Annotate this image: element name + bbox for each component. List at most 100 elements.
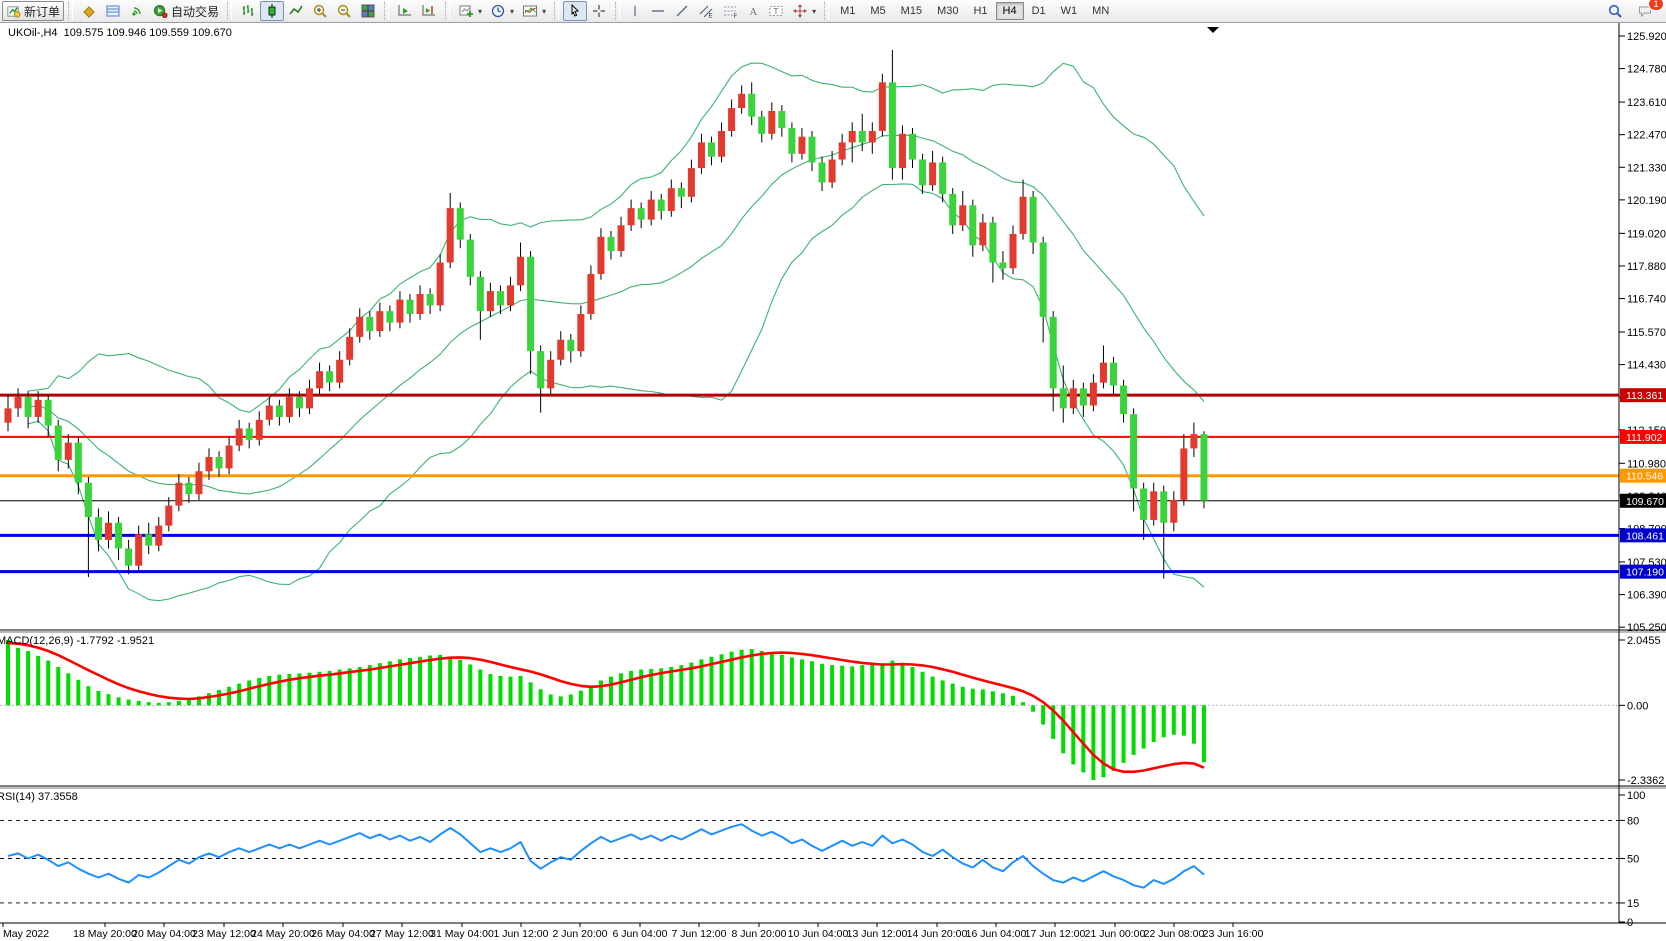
- timeframe-button-M30[interactable]: M30: [930, 2, 965, 20]
- svg-text:109.670: 109.670: [1626, 496, 1664, 508]
- svg-text:15: 15: [1627, 898, 1639, 910]
- text-label-icon: T: [768, 3, 784, 19]
- svg-text:110.546: 110.546: [1626, 471, 1663, 483]
- svg-text:110.980: 110.980: [1627, 458, 1666, 470]
- chart-shift-marker[interactable]: [1207, 27, 1219, 33]
- signal-button[interactable]: [125, 1, 149, 21]
- timeframe-button-MN[interactable]: MN: [1085, 2, 1116, 20]
- svg-text:16 Jun 04:00: 16 Jun 04:00: [966, 928, 1027, 940]
- chevron-down-icon: ▾: [478, 7, 482, 16]
- toolbar-separator: [824, 2, 829, 20]
- svg-text:106.390: 106.390: [1627, 590, 1666, 602]
- horizontal-line-icon: [650, 3, 666, 19]
- notifications-button[interactable]: 1: [1633, 1, 1658, 21]
- timeframe-button-M15[interactable]: M15: [894, 2, 929, 20]
- vertical-line-tool-button[interactable]: [624, 1, 646, 21]
- svg-text:14 Jun 20:00: 14 Jun 20:00: [907, 928, 968, 940]
- timeframe-button-H1[interactable]: H1: [966, 2, 994, 20]
- level-lines: [0, 395, 1619, 571]
- timeframe-button-W1[interactable]: W1: [1054, 2, 1085, 20]
- svg-text:124.780: 124.780: [1627, 64, 1666, 76]
- svg-text:7 Jun 12:00: 7 Jun 12:00: [672, 928, 727, 940]
- tile-windows-button[interactable]: [356, 1, 380, 21]
- horizontal-line-tool-button[interactable]: [646, 1, 670, 21]
- text-tool-button[interactable]: A: [742, 1, 764, 21]
- arrows-tool-button[interactable]: ▾: [788, 1, 820, 21]
- chart-shift-button[interactable]: [417, 1, 441, 21]
- new-order-button[interactable]: 新订单: [2, 1, 64, 21]
- search-icon: [1607, 3, 1623, 19]
- svg-text:31 May 04:00: 31 May 04:00: [430, 928, 494, 940]
- svg-text:21 Jun 00:00: 21 Jun 00:00: [1085, 928, 1146, 940]
- timeframe-button-M1[interactable]: M1: [833, 2, 862, 20]
- line-chart-mode-button[interactable]: [284, 1, 308, 21]
- crosshair-icon: [591, 3, 607, 19]
- svg-text:50: 50: [1627, 854, 1639, 866]
- autotrade-icon: [153, 4, 168, 19]
- svg-text:13 Jun 12:00: 13 Jun 12:00: [847, 928, 908, 940]
- notification-badge: 1: [1648, 0, 1664, 11]
- level-price-labels: 113.361111.902110.546109.670108.461107.1…: [1620, 388, 1666, 578]
- new-chart-button[interactable]: ▾: [454, 1, 486, 21]
- svg-text:121.330: 121.330: [1627, 162, 1666, 174]
- toolbar: 新订单 自动交易: [0, 0, 1666, 23]
- candlestick-mode-button[interactable]: [260, 1, 284, 21]
- crosshair-tool-button[interactable]: [587, 1, 611, 21]
- zoom-out-button[interactable]: [332, 1, 356, 21]
- svg-text:8 Jun 20:00: 8 Jun 20:00: [732, 928, 787, 940]
- data-window-button[interactable]: [101, 1, 125, 21]
- new-order-icon: [6, 4, 21, 19]
- svg-text:100: 100: [1627, 790, 1645, 802]
- svg-text:E: E: [709, 14, 713, 20]
- data-window-icon: [105, 3, 121, 19]
- arrows-icon: [792, 3, 808, 19]
- svg-text:23 Jun 16:00: 23 Jun 16:00: [1203, 928, 1264, 940]
- macd-histogram: [6, 640, 1206, 780]
- svg-text:115.570: 115.570: [1627, 327, 1666, 339]
- time-axis[interactable]: May 202218 May 20:0020 May 04:0023 May 1…: [3, 923, 1264, 940]
- bar-chart-mode-button[interactable]: [236, 1, 260, 21]
- auto-scroll-button[interactable]: [393, 1, 417, 21]
- chart-canvas[interactable]: 125.920124.780123.610122.470121.330120.1…: [0, 0, 1666, 941]
- svg-text:23 May 12:00: 23 May 12:00: [192, 928, 256, 940]
- zoom-in-icon: [312, 3, 328, 19]
- autotrade-button[interactable]: 自动交易: [149, 1, 223, 21]
- chevron-down-icon: ▾: [542, 7, 546, 16]
- svg-text:114.430: 114.430: [1627, 360, 1666, 372]
- cursor-tool-button[interactable]: [563, 1, 587, 21]
- timeframe-button-D1[interactable]: D1: [1025, 2, 1053, 20]
- svg-text:T: T: [774, 7, 779, 16]
- svg-text:122.470: 122.470: [1627, 130, 1666, 142]
- svg-text:27 May 12:00: 27 May 12:00: [370, 928, 434, 940]
- macd-indicator-label: MACD(12,26,9) -1.7792 -1.9521: [0, 635, 154, 647]
- chevron-down-icon: ▾: [510, 7, 514, 16]
- zoom-in-button[interactable]: [308, 1, 332, 21]
- svg-text:2.0455: 2.0455: [1627, 635, 1661, 647]
- search-button[interactable]: [1603, 1, 1627, 21]
- svg-text:-2.3362: -2.3362: [1627, 775, 1664, 787]
- timeframe-button-M5[interactable]: M5: [863, 2, 892, 20]
- trendline-tool-button[interactable]: [670, 1, 694, 21]
- autotrade-label: 自动交易: [171, 3, 219, 20]
- timeframe-button-H4[interactable]: H4: [996, 2, 1024, 20]
- svg-text:18 May 20:00: 18 May 20:00: [73, 928, 137, 940]
- text-label-tool-button[interactable]: T: [764, 1, 788, 21]
- svg-text:May 2022: May 2022: [3, 928, 49, 940]
- auto-scroll-icon: [397, 3, 413, 19]
- fibonacci-icon: F: [722, 3, 738, 19]
- fibonacci-tool-button[interactable]: F: [718, 1, 742, 21]
- periods-button[interactable]: ▾: [486, 1, 518, 21]
- bollinger-bands: [28, 63, 1204, 601]
- indicators-button[interactable]: ▾: [518, 1, 550, 21]
- svg-text:120.190: 120.190: [1627, 195, 1666, 207]
- svg-text:24 May 20:00: 24 May 20:00: [251, 928, 315, 940]
- toolbar-separator: [554, 2, 559, 20]
- candlesticks: [5, 50, 1208, 579]
- bar-chart-icon: [240, 3, 256, 19]
- svg-text:1 Jun 12:00: 1 Jun 12:00: [494, 928, 549, 940]
- equidistant-channel-tool-button[interactable]: E: [694, 1, 718, 21]
- market-watch-button[interactable]: [77, 1, 101, 21]
- svg-text:119.020: 119.020: [1627, 228, 1666, 240]
- signal-icon: [129, 3, 145, 19]
- svg-text:26 May 04:00: 26 May 04:00: [311, 928, 375, 940]
